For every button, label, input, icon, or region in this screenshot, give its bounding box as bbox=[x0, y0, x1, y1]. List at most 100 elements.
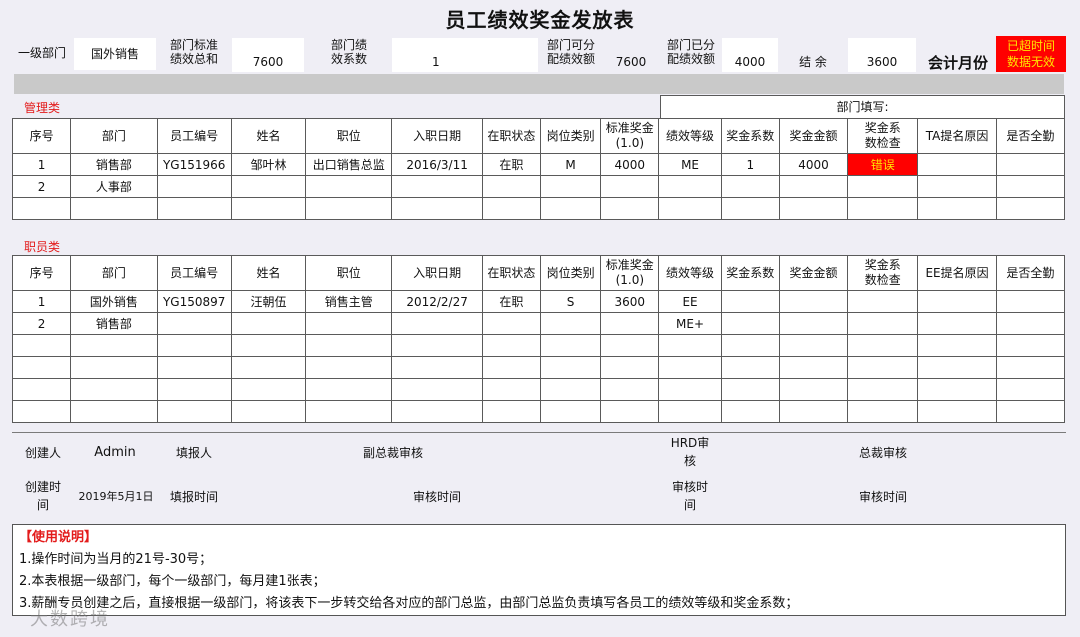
table-cell[interactable] bbox=[305, 378, 393, 401]
table-cell[interactable] bbox=[305, 312, 393, 335]
table-cell[interactable] bbox=[995, 312, 1066, 335]
table-cell[interactable] bbox=[391, 312, 483, 335]
table-cell[interactable] bbox=[539, 197, 602, 220]
table-cell[interactable]: 2 bbox=[11, 175, 72, 198]
table-cell[interactable] bbox=[847, 400, 919, 423]
table-cell[interactable] bbox=[658, 356, 722, 379]
table-cell[interactable] bbox=[230, 400, 307, 423]
table-cell[interactable]: 销售主管 bbox=[305, 290, 393, 313]
table-cell[interactable]: YG150897 bbox=[156, 290, 232, 313]
table-cell[interactable] bbox=[305, 356, 393, 379]
table-cell[interactable] bbox=[847, 378, 919, 401]
dept1-value[interactable]: 国外销售 bbox=[74, 38, 156, 70]
table-cell[interactable]: ME bbox=[658, 153, 722, 176]
table-cell[interactable]: 2 bbox=[11, 312, 72, 335]
table-cell[interactable]: 在职 bbox=[481, 153, 541, 176]
table-cell[interactable] bbox=[995, 197, 1066, 220]
table-cell[interactable]: EE bbox=[658, 290, 722, 313]
table-cell[interactable] bbox=[778, 312, 849, 335]
table-cell[interactable] bbox=[305, 175, 393, 198]
balance-value[interactable]: 3600 bbox=[848, 38, 916, 72]
table-cell[interactable]: 1 bbox=[11, 153, 72, 176]
table-cell[interactable] bbox=[600, 197, 660, 220]
table-cell[interactable] bbox=[70, 378, 158, 401]
table-cell[interactable] bbox=[539, 334, 602, 357]
table-cell[interactable] bbox=[391, 197, 483, 220]
table-cell[interactable] bbox=[539, 312, 602, 335]
table-cell[interactable] bbox=[917, 356, 997, 379]
table-cell[interactable] bbox=[658, 400, 722, 423]
table-cell[interactable] bbox=[847, 175, 919, 198]
table-cell[interactable] bbox=[720, 378, 780, 401]
table-cell[interactable] bbox=[156, 334, 232, 357]
table-cell[interactable] bbox=[778, 356, 849, 379]
table-cell[interactable] bbox=[917, 290, 997, 313]
table-cell[interactable] bbox=[70, 400, 158, 423]
table-cell[interactable] bbox=[305, 400, 393, 423]
table-cell[interactable]: 1 bbox=[720, 153, 780, 176]
table-cell[interactable] bbox=[847, 312, 919, 335]
table-cell[interactable] bbox=[539, 175, 602, 198]
table-cell[interactable] bbox=[720, 356, 780, 379]
table-cell[interactable] bbox=[778, 334, 849, 357]
table-cell[interactable] bbox=[778, 378, 849, 401]
table-cell[interactable]: 汪朝伍 bbox=[230, 290, 307, 313]
table-cell[interactable] bbox=[600, 175, 660, 198]
table-cell[interactable] bbox=[778, 197, 849, 220]
table-cell[interactable] bbox=[70, 334, 158, 357]
table-cell[interactable] bbox=[917, 378, 997, 401]
table-cell[interactable] bbox=[11, 356, 72, 379]
table-cell[interactable]: 4000 bbox=[778, 153, 849, 176]
table-cell[interactable] bbox=[658, 334, 722, 357]
table-cell[interactable]: 1 bbox=[11, 290, 72, 313]
table-cell[interactable] bbox=[600, 334, 660, 357]
table-cell[interactable] bbox=[847, 290, 919, 313]
table-cell[interactable] bbox=[847, 334, 919, 357]
table-cell[interactable]: M bbox=[539, 153, 602, 176]
table-cell[interactable] bbox=[658, 378, 722, 401]
table-cell[interactable] bbox=[230, 175, 307, 198]
table-cell[interactable] bbox=[391, 378, 483, 401]
coef-value[interactable]: 1 bbox=[392, 38, 538, 72]
table-cell[interactable] bbox=[391, 356, 483, 379]
table-cell[interactable] bbox=[917, 153, 997, 176]
table-cell[interactable] bbox=[305, 197, 393, 220]
table-cell[interactable]: 4000 bbox=[600, 153, 660, 176]
table-cell[interactable] bbox=[720, 290, 780, 313]
table-cell[interactable] bbox=[305, 334, 393, 357]
table-cell[interactable] bbox=[995, 356, 1066, 379]
table-cell[interactable] bbox=[658, 175, 722, 198]
table-cell[interactable] bbox=[720, 334, 780, 357]
table-cell[interactable] bbox=[995, 290, 1066, 313]
table-cell[interactable]: 销售部 bbox=[70, 312, 158, 335]
table-cell[interactable] bbox=[778, 290, 849, 313]
table-cell[interactable]: 国外销售 bbox=[70, 290, 158, 313]
table-cell[interactable] bbox=[11, 197, 72, 220]
table-cell[interactable] bbox=[917, 400, 997, 423]
table-cell[interactable] bbox=[995, 400, 1066, 423]
table-cell[interactable] bbox=[917, 197, 997, 220]
table-cell[interactable]: 邹叶林 bbox=[230, 153, 307, 176]
table-cell[interactable] bbox=[230, 334, 307, 357]
table-cell[interactable] bbox=[600, 312, 660, 335]
table-cell[interactable] bbox=[995, 378, 1066, 401]
table-cell[interactable] bbox=[481, 378, 541, 401]
table-cell[interactable] bbox=[156, 378, 232, 401]
table-cell[interactable] bbox=[70, 197, 158, 220]
table-cell[interactable] bbox=[600, 378, 660, 401]
table-cell[interactable] bbox=[481, 312, 541, 335]
table-cell[interactable] bbox=[720, 197, 780, 220]
table-cell[interactable] bbox=[720, 312, 780, 335]
table-cell[interactable] bbox=[156, 175, 232, 198]
table-cell[interactable] bbox=[778, 175, 849, 198]
table-cell[interactable] bbox=[156, 400, 232, 423]
table-cell[interactable] bbox=[230, 197, 307, 220]
table-cell[interactable]: 2012/2/27 bbox=[391, 290, 483, 313]
table-cell[interactable] bbox=[658, 197, 722, 220]
table-cell[interactable] bbox=[11, 378, 72, 401]
table-cell[interactable] bbox=[995, 153, 1066, 176]
table-cell[interactable] bbox=[720, 400, 780, 423]
table-cell[interactable] bbox=[481, 334, 541, 357]
table-cell[interactable] bbox=[156, 197, 232, 220]
table-cell[interactable] bbox=[539, 378, 602, 401]
